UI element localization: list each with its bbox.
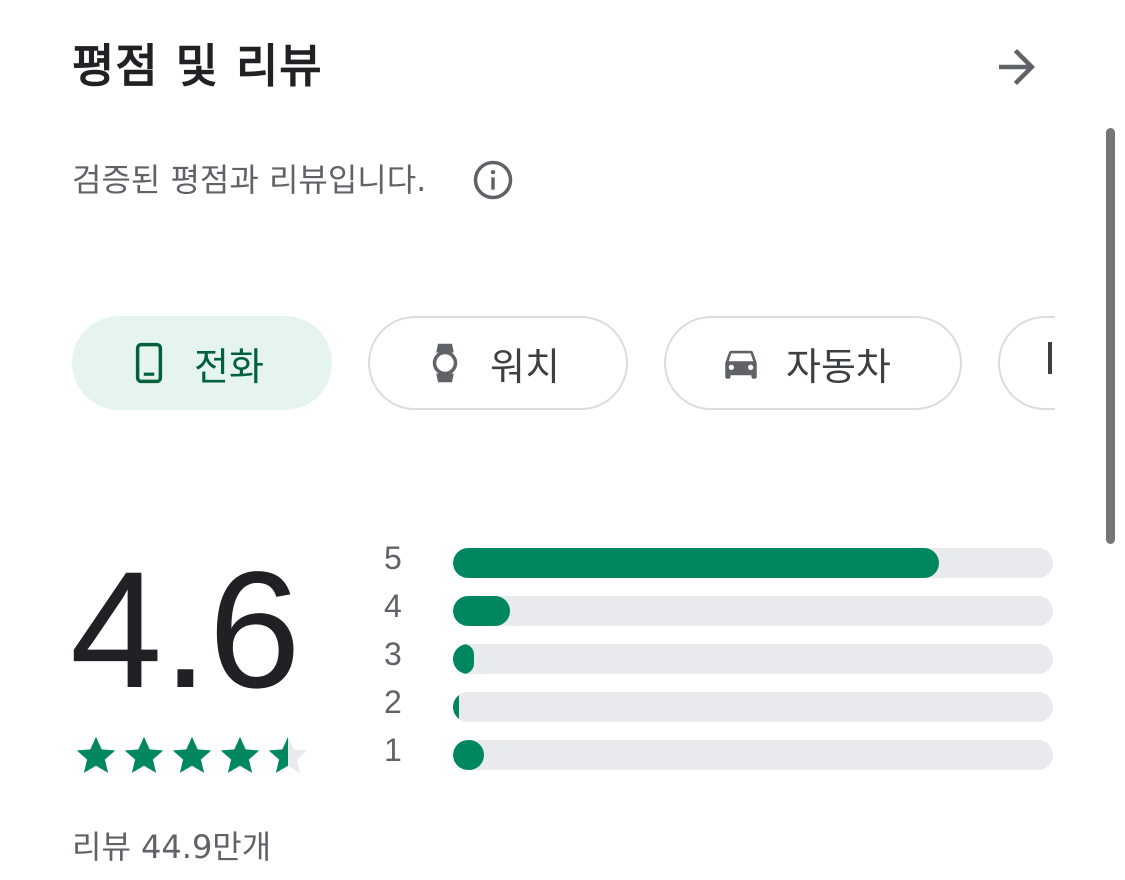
verified-subtitle: 검증된 평점과 리뷰입니다. xyxy=(72,161,427,199)
distribution-row-1: 1 xyxy=(384,732,1054,772)
review-count: 리뷰 44.9만개 xyxy=(72,828,272,866)
chip-phone[interactable]: 전화 xyxy=(72,316,332,410)
distribution-row-4: 4 xyxy=(384,588,1054,628)
chip-label: 워치 xyxy=(490,344,560,389)
chip-label: 전화 xyxy=(194,344,264,389)
chip-watch[interactable]: 워치 xyxy=(368,316,628,410)
distribution-fill xyxy=(453,644,474,674)
distribution-label: 1 xyxy=(384,732,402,768)
star-icon xyxy=(76,736,116,773)
chip-car[interactable]: 자동차 xyxy=(664,316,962,410)
phone-icon xyxy=(135,342,163,384)
distribution-label: 3 xyxy=(384,636,402,672)
arrow-forward-icon[interactable] xyxy=(990,40,1044,94)
scrollbar[interactable] xyxy=(1106,128,1115,544)
distribution-fill xyxy=(453,692,459,722)
star-icon xyxy=(172,736,212,773)
distribution-row-3: 3 xyxy=(384,636,1054,676)
star-icon xyxy=(124,736,164,773)
star-rating xyxy=(74,734,314,778)
device-filter-chips: 전화 워치 자동차 xyxy=(0,316,1055,414)
car-icon xyxy=(725,350,757,379)
chip-partial[interactable] xyxy=(998,316,1055,410)
distribution-fill xyxy=(453,548,939,578)
partial-chip-glyph xyxy=(1048,342,1052,374)
distribution-track xyxy=(453,692,1053,722)
distribution-track xyxy=(453,740,1053,770)
distribution-track xyxy=(453,644,1053,674)
section-title: 평점 및 리뷰 xyxy=(72,39,323,93)
ratings-reviews-section: 평점 및 리뷰 검증된 평점과 리뷰입니다. 전화 워치 자동차 4.6 리뷰 … xyxy=(0,0,1125,880)
distribution-row-2: 2 xyxy=(384,684,1054,724)
distribution-fill xyxy=(453,740,484,770)
chip-label: 자동차 xyxy=(786,344,891,389)
distribution-label: 5 xyxy=(384,540,402,576)
distribution-track xyxy=(453,596,1053,626)
distribution-label: 2 xyxy=(384,684,402,720)
info-icon[interactable] xyxy=(472,159,514,201)
distribution-track xyxy=(453,548,1053,578)
average-rating: 4.6 xyxy=(70,538,301,723)
star-icon xyxy=(220,736,260,773)
watch-icon xyxy=(432,343,458,383)
star-half-icon xyxy=(268,736,308,773)
distribution-row-5: 5 xyxy=(384,540,1054,580)
distribution-label: 4 xyxy=(384,588,402,624)
distribution-fill xyxy=(453,596,510,626)
